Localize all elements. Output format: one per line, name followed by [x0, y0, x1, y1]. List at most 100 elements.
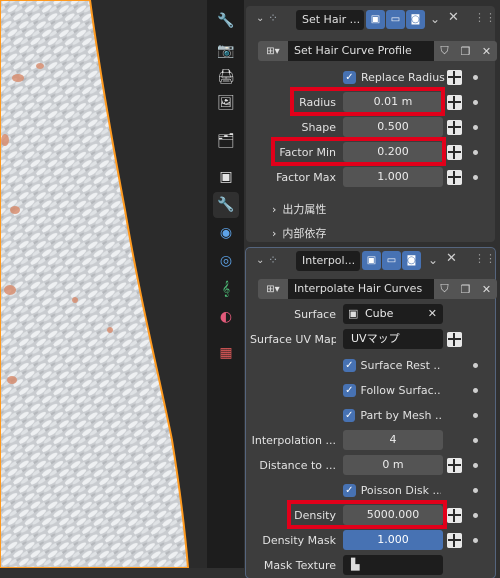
shape-field[interactable]: 0.500 — [343, 117, 443, 137]
close-icon[interactable]: ✕ — [476, 41, 497, 61]
render-toggle-icon[interactable]: ◙ — [402, 251, 421, 270]
keyframe-dot-icon[interactable] — [473, 488, 478, 493]
part-by-mesh-checkbox[interactable]: ✓ Part by Mesh ... — [343, 405, 441, 425]
follow-surface-checkbox[interactable]: ✓ Follow Surfac... — [343, 380, 441, 400]
density-mask-field[interactable]: 1.000 — [343, 530, 443, 550]
chevron-down-icon[interactable]: ⌄ — [256, 255, 264, 266]
close-icon[interactable]: ✕ — [428, 304, 437, 324]
keyframe-dot-icon[interactable] — [473, 363, 478, 368]
factor-max-label: Factor Max — [276, 171, 336, 184]
edit-mode-icon[interactable]: ▣ — [362, 251, 381, 270]
mask-texture-field[interactable]: ▙ — [343, 555, 443, 575]
modifier-header: ⌄ ⁘ Interpol... ▣ ▭ ◙ ⌄ ✕ ⋮⋮ — [246, 248, 496, 274]
check-icon: ✓ — [343, 408, 356, 422]
mask-texture-label: Mask Texture — [263, 559, 336, 572]
factor-max-field[interactable]: 1.000 — [343, 167, 443, 187]
object-icon: ▣ — [348, 307, 359, 320]
density-field[interactable]: 5000.000 — [343, 505, 443, 525]
radius-field[interactable]: 0.01 m — [343, 92, 443, 112]
attribute-toggle-icon[interactable] — [447, 145, 462, 160]
chevron-down-icon[interactable]: ⌄ — [430, 12, 440, 26]
duplicate-icon[interactable]: ❐ — [455, 279, 476, 299]
output-attributes-subpanel[interactable]: › 出力属性 — [272, 201, 326, 217]
physics-icon[interactable]: ◎ — [213, 248, 239, 274]
duplicate-icon[interactable]: ❐ — [455, 41, 476, 61]
modifier-panel-interpolate: ⌄ ⁘ Interpol... ▣ ▭ ◙ ⌄ ✕ ⋮⋮ ⊞▾ Interpol… — [245, 247, 497, 578]
attribute-toggle-icon[interactable] — [447, 332, 462, 347]
attribute-toggle-icon[interactable] — [447, 170, 462, 185]
texture-icon[interactable]: ▦ — [213, 340, 239, 366]
keyframe-dot-icon[interactable] — [473, 513, 478, 518]
object-icon[interactable]: ▣ — [213, 164, 239, 190]
keyframe-dot-icon[interactable] — [473, 150, 478, 155]
attribute-toggle-icon[interactable] — [447, 458, 462, 473]
attribute-toggle-icon[interactable] — [447, 95, 462, 110]
keyframe-dot-icon[interactable] — [473, 413, 478, 418]
modifier-panel-set-hair: ⌄ ⁘ Set Hair ... ▣ ▭ ◙ ⌄ ✕ ⋮⋮ ⊞▾ Set Hai… — [246, 6, 497, 242]
keyframe-dot-icon[interactable] — [473, 100, 478, 105]
shield-icon[interactable]: ⛉ — [434, 41, 455, 61]
chevron-down-icon[interactable]: ⌄ — [256, 13, 264, 24]
check-icon: ✓ — [343, 358, 356, 372]
geometry-nodes-icon: ⁘ — [268, 11, 279, 25]
keyframe-dot-icon[interactable] — [473, 438, 478, 443]
keyframe-dot-icon[interactable] — [473, 125, 478, 130]
shield-icon[interactable]: ⛉ — [434, 279, 455, 299]
keyframe-dot-icon[interactable] — [473, 463, 478, 468]
node-group-row: ⊞▾ Interpolate Hair Curves ⛉ ❐ ✕ — [258, 279, 497, 301]
surface-uv-map-label: Surface UV Map — [250, 333, 336, 346]
view-layer-icon[interactable]: 🖼 — [213, 90, 239, 116]
check-icon: ✓ — [343, 383, 356, 397]
node-tree-icon[interactable]: ⊞▾ — [258, 279, 288, 299]
texture-icon: ▙ — [351, 558, 360, 571]
fur-render — [0, 0, 207, 568]
surface-field[interactable]: ▣ Cube ✕ — [343, 304, 443, 324]
close-icon[interactable]: ✕ — [446, 251, 457, 266]
keyframe-dot-icon[interactable] — [473, 538, 478, 543]
density-mask-label: Density Mask — [262, 534, 336, 547]
node-group-name[interactable]: Set Hair Curve Profile — [288, 41, 434, 61]
drag-handle-icon[interactable]: ⋮⋮ — [474, 252, 496, 265]
viewport-display-icon[interactable]: ▭ — [386, 10, 405, 29]
render-toggle-icon[interactable]: ◙ — [406, 10, 425, 29]
attribute-toggle-icon[interactable] — [447, 120, 462, 135]
internal-dependencies-subpanel[interactable]: › 内部依存 — [272, 225, 326, 241]
viewport-display-icon[interactable]: ▭ — [382, 251, 401, 270]
replace-radius-checkbox[interactable]: ✓ Replace Radius — [343, 67, 445, 87]
close-icon[interactable]: ✕ — [448, 10, 459, 25]
particles-icon[interactable]: ◉ — [213, 220, 239, 246]
modifier-icon[interactable]: 🔧 — [213, 192, 239, 218]
render-icon[interactable]: 📷 — [213, 38, 239, 64]
attribute-toggle-icon[interactable] — [447, 70, 462, 85]
close-icon[interactable]: ✕ — [476, 279, 497, 299]
node-group-name[interactable]: Interpolate Hair Curves — [288, 279, 434, 299]
material-icon[interactable]: ◐ — [213, 304, 239, 330]
drag-handle-icon[interactable]: ⋮⋮ — [474, 11, 496, 24]
node-tree-icon[interactable]: ⊞▾ — [258, 41, 288, 61]
interpolation-field[interactable]: 4 — [343, 430, 443, 450]
tool-icon[interactable]: 🔧 — [213, 8, 239, 34]
scene-icon[interactable]: 🗂 — [213, 128, 239, 154]
radius-label: Radius — [299, 96, 336, 109]
poisson-disk-checkbox[interactable]: ✓ Poisson Disk ... — [343, 480, 441, 500]
edit-mode-icon[interactable]: ▣ — [366, 10, 385, 29]
chevron-down-icon[interactable]: ⌄ — [428, 253, 438, 267]
surface-uv-map-field[interactable]: UVマップ — [343, 329, 443, 349]
modifier-name-field[interactable]: Interpol... — [296, 251, 360, 271]
keyframe-dot-icon[interactable] — [473, 175, 478, 180]
keyframe-dot-icon[interactable] — [473, 75, 478, 80]
distance-label: Distance to ... — [259, 459, 336, 472]
check-icon: ✓ — [343, 70, 356, 84]
distance-field[interactable]: 0 m — [343, 455, 443, 475]
interpolation-label: Interpolation ... — [251, 434, 336, 447]
keyframe-dot-icon[interactable] — [473, 388, 478, 393]
attribute-toggle-icon[interactable] — [447, 533, 462, 548]
3d-viewport[interactable] — [0, 0, 207, 568]
factor-min-field[interactable]: 0.200 — [343, 142, 443, 162]
constraints-icon[interactable]: 𝄞 — [213, 276, 239, 302]
surface-rest-checkbox[interactable]: ✓ Surface Rest ... — [343, 355, 441, 375]
check-icon: ✓ — [343, 483, 356, 497]
modifier-name-field[interactable]: Set Hair ... — [296, 10, 364, 30]
attribute-toggle-icon[interactable] — [447, 508, 462, 523]
output-icon[interactable]: 🖨 — [213, 64, 239, 90]
